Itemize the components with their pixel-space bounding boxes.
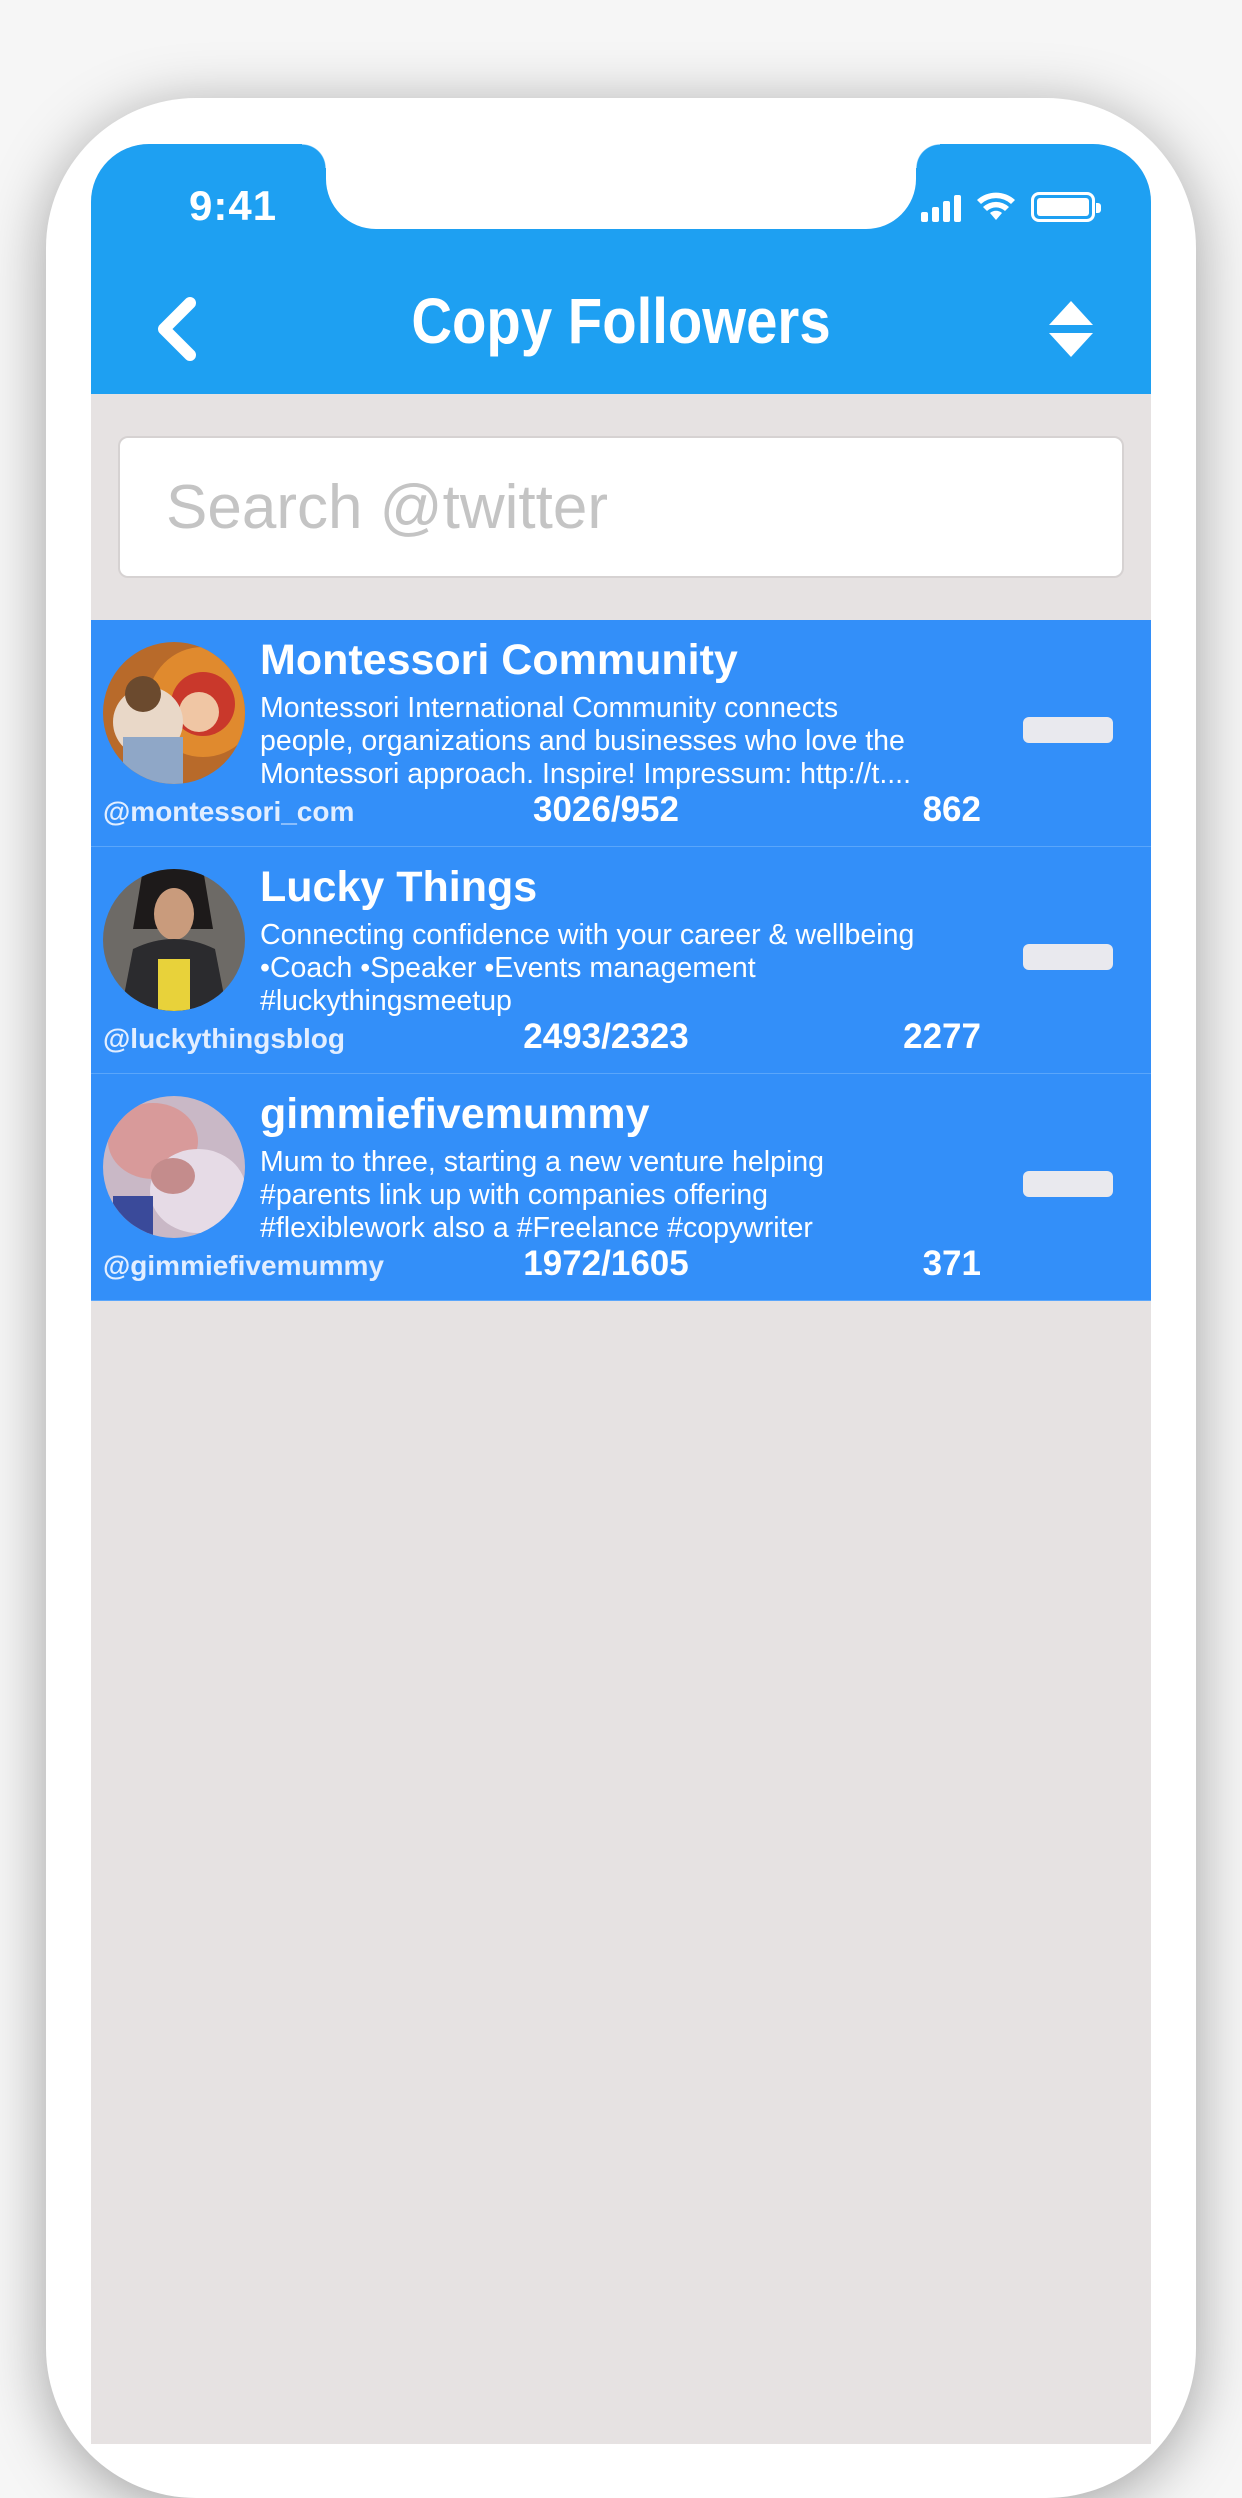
follow-action-button[interactable] (1023, 717, 1113, 743)
follow-action-button[interactable] (1023, 1171, 1113, 1197)
status-icons (921, 190, 1101, 222)
account-handle: @luckythingsblog (103, 1023, 345, 1054)
battery-icon (1031, 192, 1101, 222)
follower-ratio: 2493/2323 (523, 1017, 689, 1056)
follower-count: 2277 (903, 1017, 981, 1056)
app-screen: 9:41 Copy Followers Search @twitter Mont… (91, 144, 1151, 2444)
account-bio: Mum to three, starting a new venture hel… (260, 1146, 824, 1244)
follower-count: 862 (922, 790, 981, 829)
avatar (103, 642, 245, 784)
cellular-signal-icon (921, 194, 961, 222)
page-title: Copy Followers (411, 285, 831, 357)
avatar (103, 1096, 245, 1238)
follower-ratio: 3026/952 (533, 790, 679, 829)
list-item[interactable]: gimmiefivemummy Mum to three, starting a… (91, 1074, 1151, 1301)
navigation-header: 9:41 Copy Followers (91, 144, 1151, 394)
follower-ratio: 1972/1605 (523, 1244, 689, 1283)
search-input[interactable] (118, 436, 1124, 578)
account-name: gimmiefivemummy (260, 1090, 650, 1138)
account-handle: @gimmiefivemummy (103, 1250, 384, 1281)
account-bio: Montessori International Community conne… (260, 692, 912, 790)
status-time: 9:41 (189, 182, 278, 229)
device-notch (302, 144, 940, 229)
account-name: Montessori Community (260, 636, 738, 684)
account-bio: Connecting confidence with your career &… (260, 919, 915, 1017)
avatar (103, 869, 245, 1011)
account-handle: @montessori_com (103, 796, 355, 827)
account-name: Lucky Things (260, 863, 538, 911)
sort-button[interactable] (1041, 294, 1101, 364)
account-list: Montessori Community Montessori Internat… (91, 620, 1151, 1301)
follow-action-button[interactable] (1023, 944, 1113, 970)
list-item[interactable]: Montessori Community Montessori Internat… (91, 620, 1151, 847)
wifi-icon (977, 192, 1015, 220)
sort-icon (1049, 301, 1093, 357)
list-item[interactable]: Lucky Things Connecting confidence with … (91, 847, 1151, 1074)
follower-count: 371 (922, 1244, 981, 1283)
